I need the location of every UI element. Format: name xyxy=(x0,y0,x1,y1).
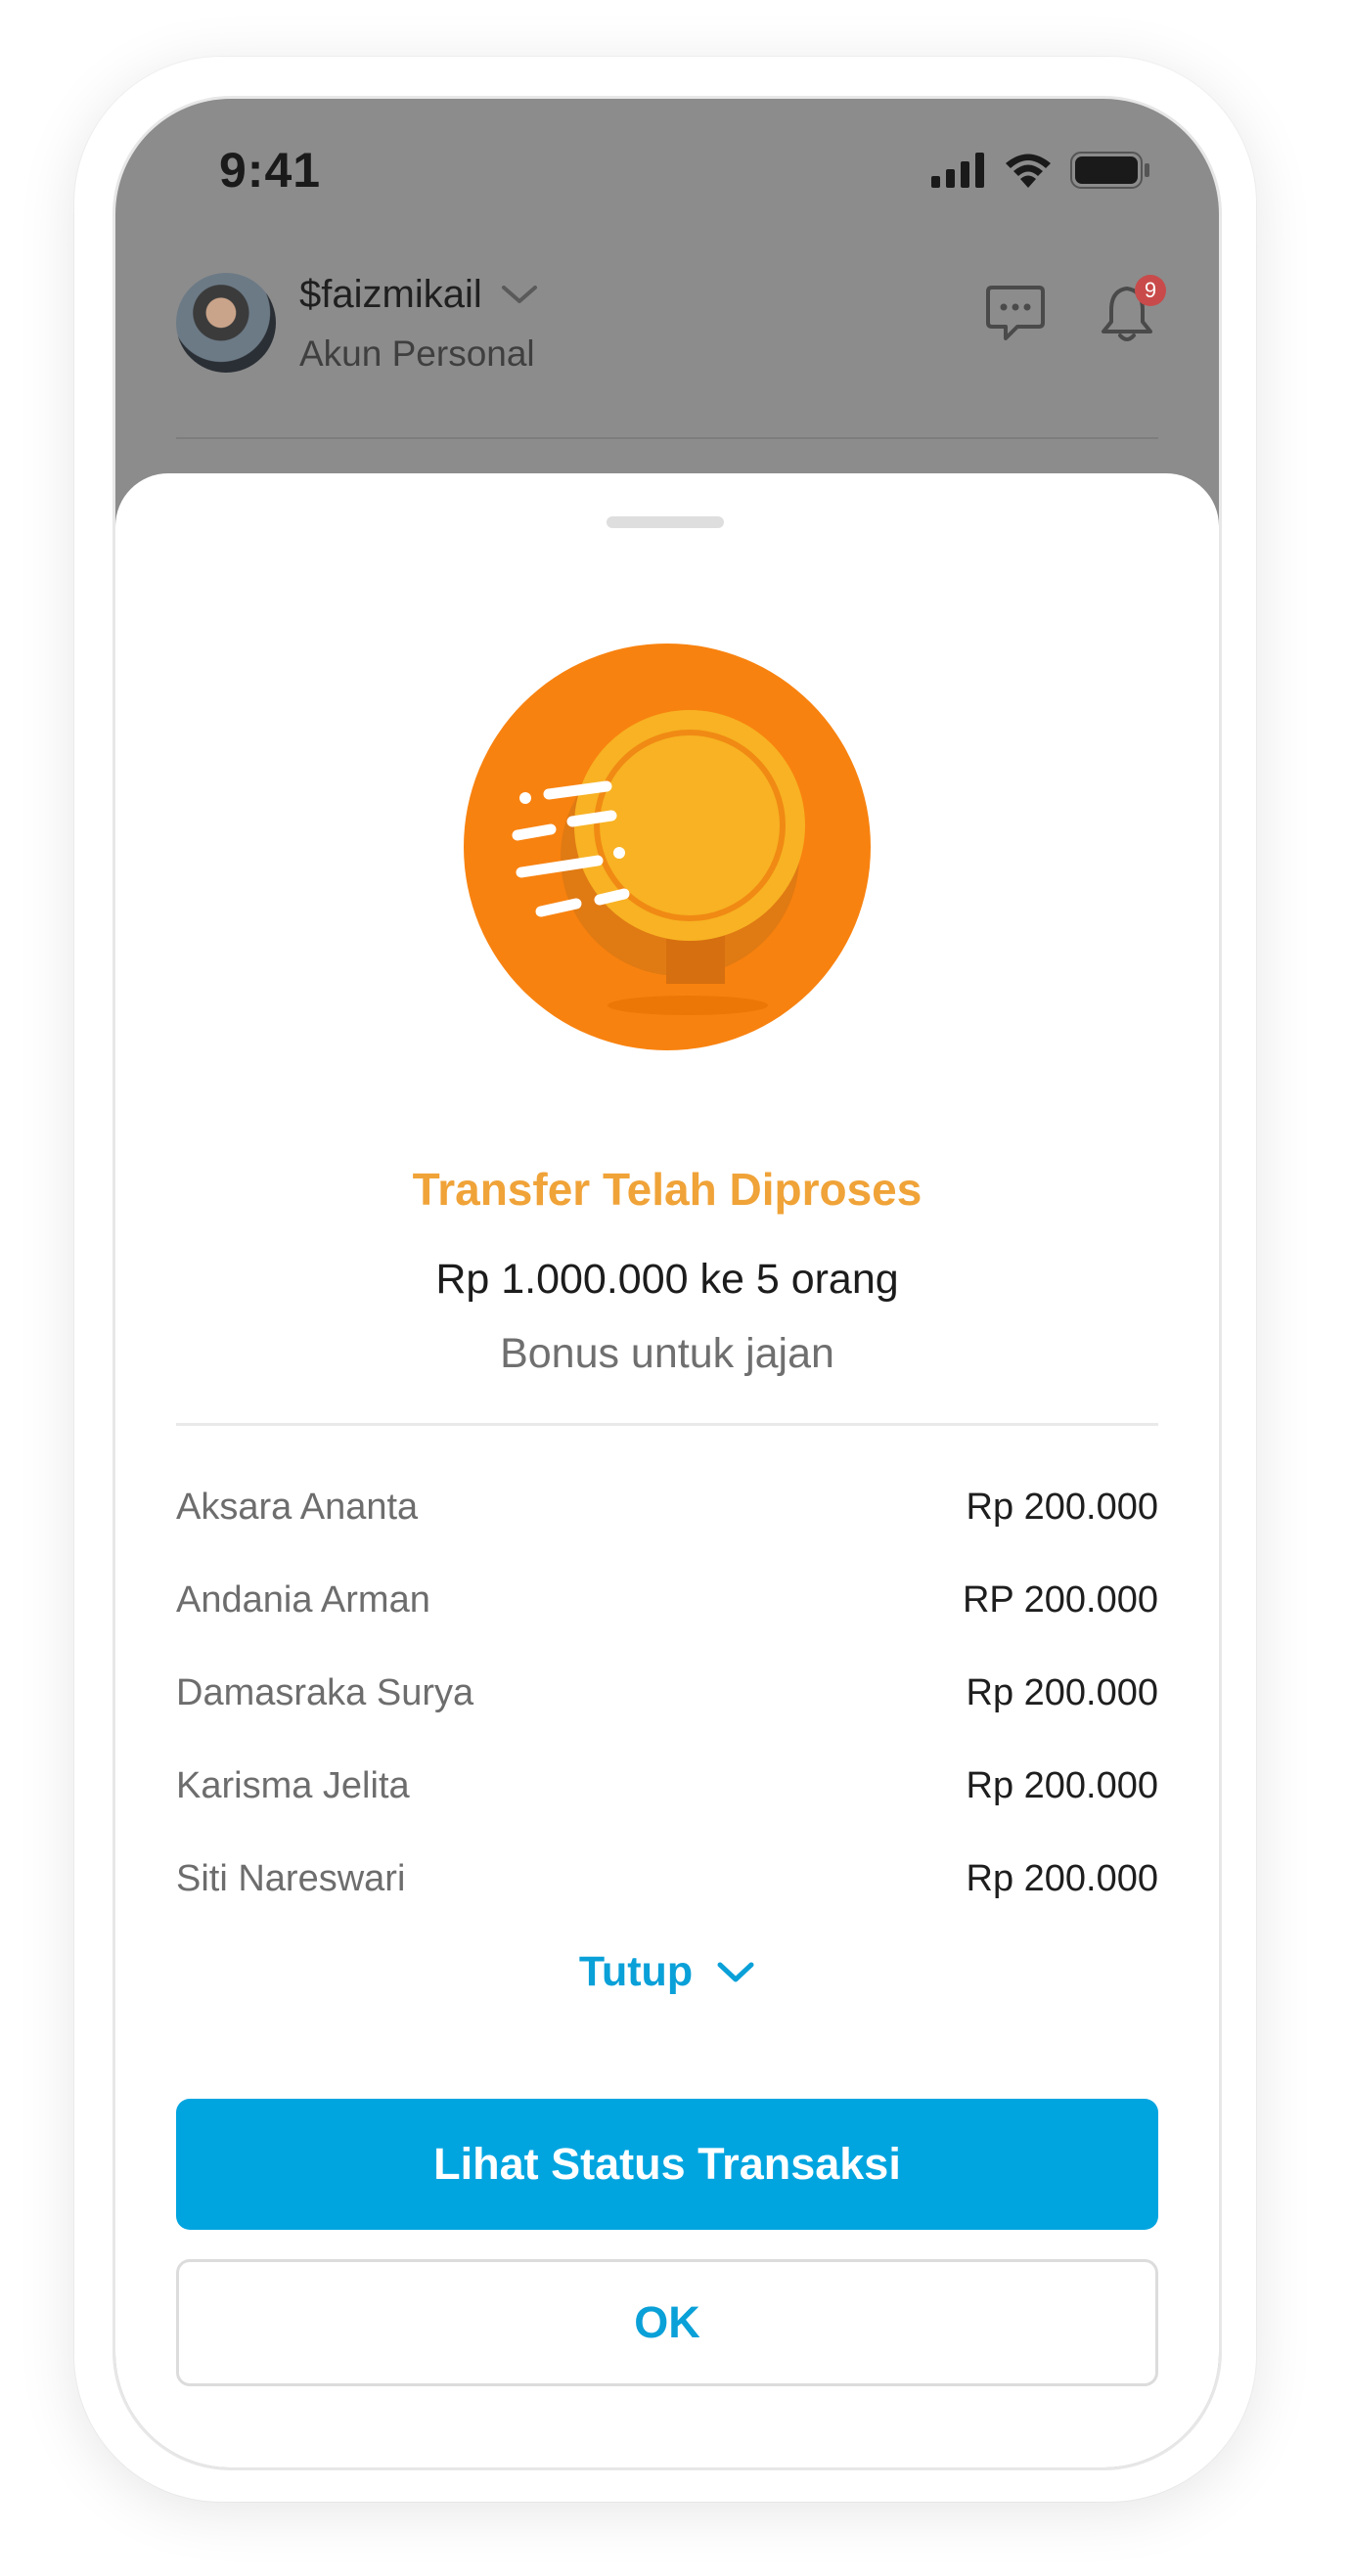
recipient-amount: Rp 200.000 xyxy=(966,1765,1159,1806)
transfer-note: Bonus untuk jajan xyxy=(500,1330,834,1377)
recipient-name: Andania Arman xyxy=(176,1579,430,1621)
notification-badge: 9 xyxy=(1135,275,1166,306)
wifi-icon xyxy=(1006,154,1051,188)
recipient-name: Siti Nareswari xyxy=(176,1858,406,1899)
recipient-amount: RP 200.000 xyxy=(962,1579,1158,1621)
account-switcher[interactable]: $faizmikail xyxy=(299,273,539,317)
chat-icon[interactable] xyxy=(984,284,1047,344)
ok-button[interactable]: OK xyxy=(176,2259,1158,2386)
view-transaction-status-button[interactable]: Lihat Status Transaksi xyxy=(176,2099,1158,2230)
recipient-list: Aksara Ananta Rp 200.000 Andania Arman R… xyxy=(176,1487,1158,1951)
avatar[interactable] xyxy=(176,273,276,373)
chevron-down-icon xyxy=(501,285,537,303)
list-item: Siti Nareswari Rp 200.000 xyxy=(176,1858,1158,1951)
notification-button[interactable]: 9 xyxy=(1096,275,1166,345)
signal-icon xyxy=(931,153,984,188)
status-icons xyxy=(931,152,1150,189)
recipient-name: Damasraka Surya xyxy=(176,1672,474,1713)
app-screen: 9:41 $faizmikail Akun Personal 9 Transfe… xyxy=(115,99,1219,2467)
list-item: Karisma Jelita Rp 200.000 xyxy=(176,1765,1158,1858)
divider xyxy=(176,1423,1158,1426)
collapse-label: Tutup xyxy=(578,1948,694,1995)
chevron-down-icon xyxy=(717,1962,754,1981)
status-time: 9:41 xyxy=(219,143,322,198)
header-actions: 9 xyxy=(984,275,1166,345)
sheet-drag-handle[interactable] xyxy=(607,516,724,528)
list-item: Damasraka Surya Rp 200.000 xyxy=(176,1672,1158,1765)
sheet-title: Transfer Telah Diproses xyxy=(412,1164,922,1215)
bottom-sheet: Transfer Telah Diproses Rp 1.000.000 ke … xyxy=(115,473,1219,2467)
coin-transfer-illustration xyxy=(464,644,871,1050)
recipient-amount: Rp 200.000 xyxy=(966,1858,1159,1899)
recipient-amount: Rp 200.000 xyxy=(966,1672,1159,1713)
battery-icon xyxy=(1070,152,1149,189)
recipient-amount: Rp 200.000 xyxy=(966,1487,1159,1528)
header-divider xyxy=(176,437,1158,439)
username: $faizmikail xyxy=(299,273,482,316)
collapse-toggle[interactable]: Tutup xyxy=(115,1948,1219,1996)
recipient-name: Aksara Ananta xyxy=(176,1487,419,1528)
recipient-name: Karisma Jelita xyxy=(176,1765,410,1806)
list-item: Aksara Ananta Rp 200.000 xyxy=(176,1487,1158,1579)
transfer-summary: Rp 1.000.000 ke 5 orang xyxy=(435,1256,899,1303)
list-item: Andania Arman RP 200.000 xyxy=(176,1579,1158,1672)
account-type: Akun Personal xyxy=(299,333,535,374)
